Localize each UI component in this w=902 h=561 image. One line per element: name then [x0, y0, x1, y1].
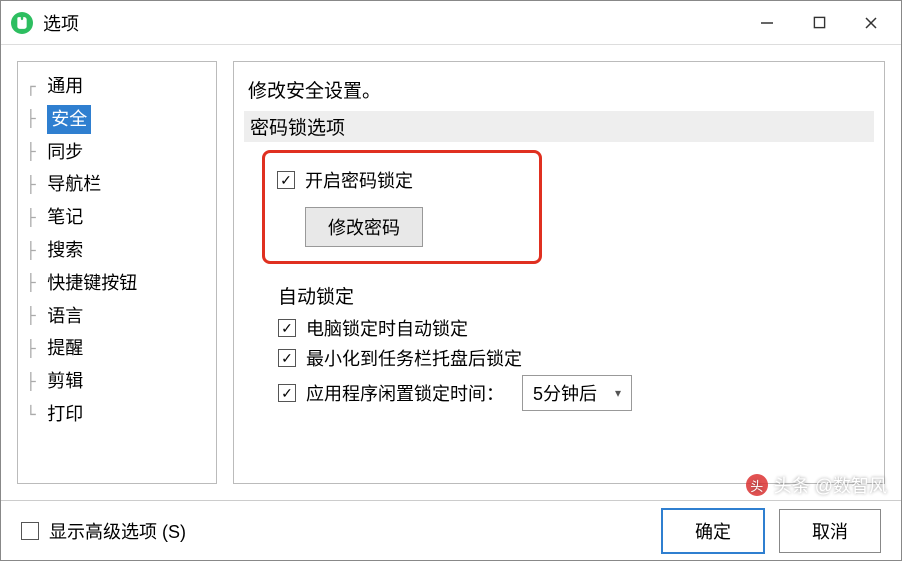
ok-button[interactable]: 确定: [661, 508, 765, 554]
titlebar: 选项: [1, 1, 901, 45]
change-password-button[interactable]: 修改密码: [305, 207, 423, 247]
window-title: 选项: [43, 10, 79, 36]
show-advanced-label: 显示高级选项 (S): [49, 518, 186, 544]
checkbox-icon[interactable]: [278, 384, 296, 402]
watermark: 头 头条 @数智风: [746, 472, 887, 498]
app-icon: [11, 12, 33, 34]
autolock-section-header: 自动锁定: [278, 282, 874, 309]
watermark-text: 头条 @数智风: [774, 472, 887, 498]
idle-lock-select[interactable]: 5分钟后 ▾: [522, 375, 632, 411]
settings-panel: 修改安全设置。 密码锁选项 开启密码锁定 修改密码 自动锁定 电脑锁定时自动锁定…: [233, 61, 885, 484]
checkbox-icon: [278, 349, 296, 367]
settings-sidebar: ┌ 通用 ├ 安全 ├ 同步 ├ 导航栏 ├ 笔记 ├ 搜索 ├ 快捷键按钮 ├…: [17, 61, 217, 484]
idle-lock-row: 应用程序闲置锁定时间： 5分钟后 ▾: [278, 375, 874, 411]
minimize-button[interactable]: [741, 1, 793, 45]
panel-description: 修改安全设置。: [248, 76, 874, 103]
lock-on-pc-lock-row[interactable]: 电脑锁定时自动锁定: [278, 315, 874, 341]
sidebar-item-sync[interactable]: ├ 同步: [22, 136, 212, 169]
enable-password-lock-label: 开启密码锁定: [305, 167, 413, 193]
sidebar-item-language[interactable]: ├ 语言: [22, 300, 212, 333]
dialog-footer: 显示高级选项 (S) 确定 取消: [1, 500, 901, 560]
lock-on-pc-lock-label: 电脑锁定时自动锁定: [306, 315, 468, 341]
sidebar-item-navbar[interactable]: ├ 导航栏: [22, 168, 212, 201]
sidebar-item-note[interactable]: ├ 笔记: [22, 201, 212, 234]
watermark-icon: 头: [746, 474, 768, 496]
chevron-down-icon: ▾: [615, 386, 621, 400]
sidebar-item-print[interactable]: └ 打印: [22, 398, 212, 431]
show-advanced-checkbox[interactable]: 显示高级选项 (S): [21, 518, 186, 544]
sidebar-item-search[interactable]: ├ 搜索: [22, 234, 212, 267]
checkbox-icon: [21, 522, 39, 540]
maximize-button[interactable]: [793, 1, 845, 45]
cancel-button[interactable]: 取消: [779, 509, 881, 553]
lock-on-minimize-label: 最小化到任务栏托盘后锁定: [306, 345, 522, 371]
options-window: 选项 ┌ 通用 ├ 安全 ├ 同步 ├ 导航栏 ├ 笔记 ├ 搜索 ├ 快捷键按…: [0, 0, 902, 561]
content-area: ┌ 通用 ├ 安全 ├ 同步 ├ 导航栏 ├ 笔记 ├ 搜索 ├ 快捷键按钮 ├…: [1, 45, 901, 500]
highlight-annotation: 开启密码锁定 修改密码: [262, 150, 542, 264]
enable-password-lock-row[interactable]: 开启密码锁定: [277, 167, 527, 193]
close-button[interactable]: [845, 1, 897, 45]
checkbox-icon: [278, 319, 296, 337]
sidebar-item-clip[interactable]: ├ 剪辑: [22, 365, 212, 398]
sidebar-item-security[interactable]: ├ 安全: [22, 103, 212, 136]
sidebar-item-reminders[interactable]: ├ 提醒: [22, 332, 212, 365]
lock-on-minimize-row[interactable]: 最小化到任务栏托盘后锁定: [278, 345, 874, 371]
checkbox-icon: [277, 171, 295, 189]
idle-lock-label: 应用程序闲置锁定时间：: [306, 380, 504, 406]
sidebar-item-hotkeys[interactable]: ├ 快捷键按钮: [22, 267, 212, 300]
sidebar-item-general[interactable]: ┌ 通用: [22, 70, 212, 103]
idle-lock-selected-value: 5分钟后: [533, 380, 597, 406]
password-section-header: 密码锁选项: [244, 111, 874, 142]
